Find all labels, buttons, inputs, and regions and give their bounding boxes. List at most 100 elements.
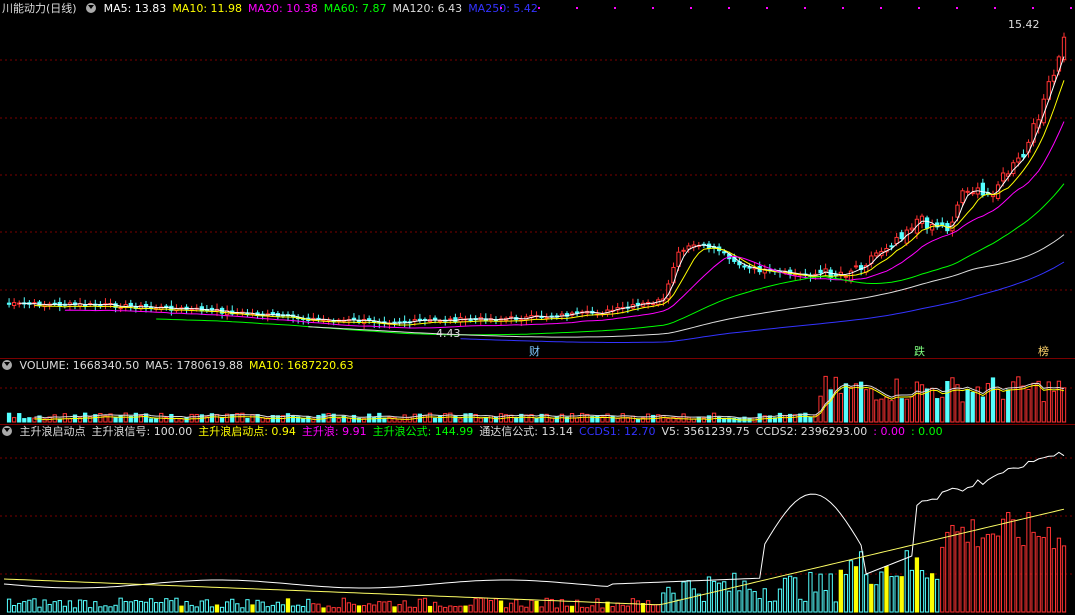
- candle-body: [823, 268, 828, 273]
- candle-body: [843, 275, 849, 278]
- indicator-bar: [245, 599, 250, 613]
- indicator-bar: [448, 605, 453, 613]
- indicator-bar: [590, 605, 595, 613]
- indicator-bar: [600, 607, 605, 613]
- volume-bar: [929, 388, 935, 423]
- indicator-panel[interactable]: 主升浪启动点 主升浪信号: 100.00 主升浪启动点: 0.94 主升浪: 9.91…: [0, 424, 1075, 615]
- volume-bar: [635, 418, 641, 423]
- indicator-bar: [377, 601, 382, 613]
- indicator-bar: [843, 574, 849, 613]
- indicator-bar: [346, 602, 352, 613]
- volume-bar: [914, 381, 920, 423]
- marker-die[interactable]: 跌: [914, 343, 925, 359]
- indicator-bar: [108, 606, 113, 613]
- indicator-bar: [52, 601, 57, 613]
- candle-body: [6, 302, 12, 305]
- candlestick-chart[interactable]: [0, 0, 1075, 358]
- volume-bar: [6, 412, 12, 423]
- indicator-chart[interactable]: [0, 424, 1075, 615]
- candle-body: [468, 318, 473, 321]
- indicator-bar: [509, 602, 514, 613]
- indicator-bar: [929, 573, 935, 613]
- indicator-bar: [580, 606, 585, 613]
- indicator-bar: [823, 589, 828, 613]
- indicator-bar: [17, 602, 22, 613]
- top-marker: [766, 7, 768, 9]
- marker-bang[interactable]: 榜: [1038, 343, 1049, 359]
- indicator-bar: [711, 580, 717, 613]
- indicator-bar: [1041, 536, 1046, 613]
- volume-bar: [22, 418, 27, 423]
- volume-bar: [118, 414, 123, 423]
- top-marker: [728, 7, 730, 9]
- volume-bar: [793, 414, 798, 423]
- indicator-bar: [701, 600, 707, 613]
- volume-bar: [402, 414, 407, 423]
- volume-bar: [189, 413, 194, 423]
- indicator-bar: [331, 607, 336, 613]
- indicator-bar: [737, 590, 742, 613]
- volume-chart[interactable]: [0, 358, 1075, 424]
- candle-body: [448, 318, 453, 321]
- top-marker: [1070, 7, 1072, 9]
- volume-bar: [255, 414, 260, 423]
- volume-bar: [879, 398, 884, 423]
- indicator-bar: [798, 598, 803, 613]
- volume-bar: [524, 414, 529, 423]
- volume-panel[interactable]: VOLUME: 1668340.50 MA5: 1780619.88 MA10: 1…: [0, 358, 1075, 424]
- indicator-bar: [716, 582, 722, 613]
- indicator-bar: [610, 606, 615, 613]
- volume-bar: [549, 417, 554, 423]
- indicator-bar: [214, 604, 220, 613]
- indicator-bar: [255, 599, 260, 613]
- indicator-bar: [945, 531, 950, 613]
- indicator-bar: [752, 591, 757, 613]
- volume-bar: [798, 413, 803, 423]
- volume-bar: [681, 413, 686, 423]
- indicator-bar: [443, 606, 448, 613]
- indicator-bar: [184, 601, 189, 613]
- indicator-bar: [503, 607, 509, 613]
- marker-cai[interactable]: 财: [529, 343, 540, 359]
- indicator-bar: [793, 577, 798, 613]
- indicator-bar: [164, 598, 169, 613]
- indicator-bar: [955, 531, 960, 613]
- indicator-bar: [133, 600, 139, 613]
- top-marker: [500, 7, 502, 9]
- indicator-bar: [285, 598, 291, 613]
- volume-bar: [615, 417, 620, 423]
- indicator-bar: [904, 550, 909, 613]
- indicator-bar: [990, 533, 996, 613]
- volume-bar: [960, 401, 965, 423]
- indicator-bar: [595, 598, 600, 613]
- indicator-bar: [27, 599, 32, 613]
- indicator-bar: [397, 604, 402, 613]
- indicator-bar: [367, 603, 372, 613]
- indicator-bar: [651, 604, 656, 613]
- indicator-bar: [422, 597, 428, 613]
- volume-bar: [828, 389, 833, 423]
- top-marker: [1032, 7, 1034, 9]
- indicator-bar: [473, 598, 478, 613]
- volume-bar: [899, 398, 904, 423]
- indicator-bar: [1056, 537, 1062, 613]
- high-price-label: 15.42: [1008, 18, 1040, 31]
- price-panel[interactable]: 川能动力(日线) MA5: 13.83 MA10: 11.98 MA20: 10.3…: [0, 0, 1075, 358]
- volume-bar: [148, 418, 154, 423]
- indicator-bar: [159, 601, 164, 613]
- volume-bar: [88, 416, 93, 423]
- indicator-bar: [985, 533, 991, 613]
- indicator-bar: [808, 571, 813, 613]
- indicator-bar: [681, 581, 686, 613]
- candle-body: [635, 302, 641, 306]
- volume-bar: [904, 398, 909, 423]
- volume-bar: [889, 400, 894, 423]
- indicator-bar: [138, 600, 144, 613]
- indicator-bar: [529, 599, 534, 613]
- top-marker: [538, 7, 540, 9]
- volume-bar: [1031, 382, 1036, 423]
- indicator-bar: [417, 598, 423, 613]
- volume-bar: [909, 396, 914, 423]
- indicator-bar: [301, 605, 306, 613]
- indicator-bar: [154, 602, 159, 613]
